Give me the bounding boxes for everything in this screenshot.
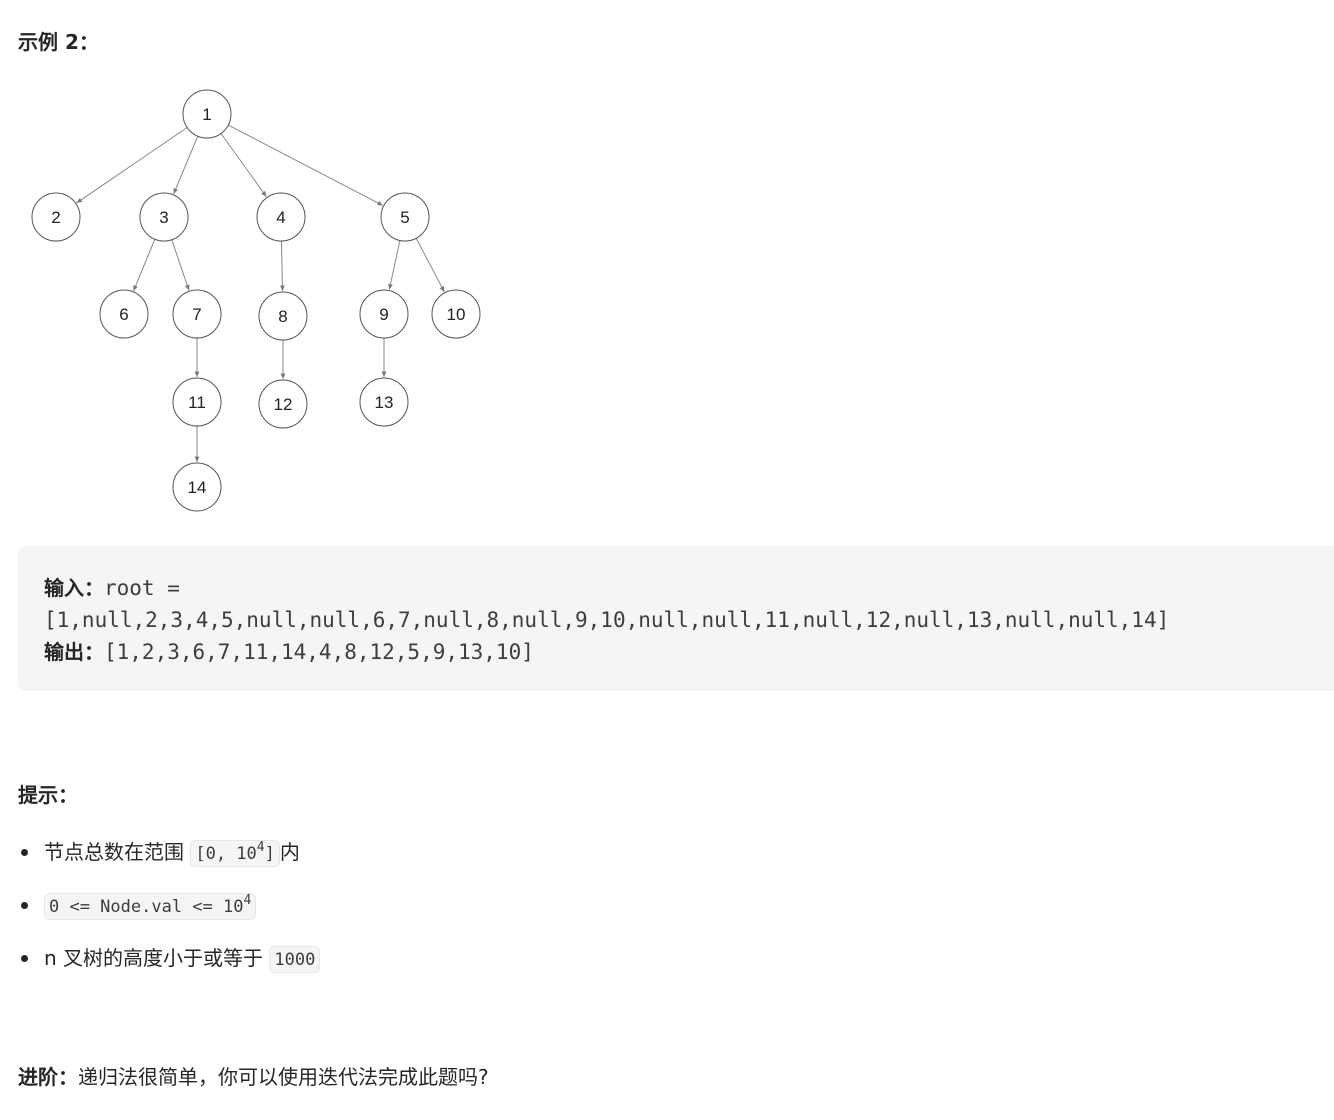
tree-edge-3-6	[133, 238, 156, 292]
input-label: 输入：	[44, 576, 104, 600]
follow-up-text: 递归法很简单，你可以使用迭代法完成此题吗?	[78, 1065, 489, 1089]
constraints-title: 提示：	[18, 783, 78, 807]
tree-node-label: 10	[447, 305, 466, 324]
code-text: 0 <= Node.val <= 10	[49, 897, 244, 917]
output-line: 输出：[1,2,3,6,7,11,14,4,8,12,5,9,13,10]	[44, 636, 1334, 668]
tree-node-label: 14	[188, 478, 207, 497]
constraint-code: 0 <= Node.val <= 104	[44, 893, 257, 920]
code-sup: 4	[243, 893, 252, 908]
example-heading: 示例 2：	[18, 30, 99, 54]
tree-node-2: 2	[31, 192, 81, 242]
tree-node-label: 11	[188, 393, 206, 412]
tree-node-10: 10	[431, 289, 481, 339]
tree-edge-5-9	[388, 240, 401, 290]
tree-node-1: 1	[182, 89, 232, 139]
n-ary-tree-figure: 1 2 3 4 5 6 7 8 9 10 11 12 13 14	[0, 80, 500, 524]
tree-node-11: 11	[172, 377, 222, 427]
tree-node-label: 6	[119, 305, 128, 324]
tree-node-4: 4	[256, 192, 306, 242]
follow-up-label: 进阶：	[18, 1065, 78, 1089]
tree-node-7: 7	[172, 289, 222, 339]
tree-diagram: 12 3 4 56 7 8 9 1011 12 1314	[31, 89, 481, 512]
follow-up: 进阶：递归法很简单，你可以使用迭代法完成此题吗?	[18, 1062, 489, 1092]
tree-node-label: 1	[202, 105, 211, 124]
tree-edge-5-10	[415, 238, 445, 293]
constraint-code: [0, 104]	[190, 840, 280, 867]
bullet-icon	[21, 955, 28, 962]
tree-edge-3-7	[171, 239, 190, 291]
constraint-code: 1000	[269, 946, 321, 973]
constraint-item-height: n 叉树的高度小于或等于 1000	[18, 938, 321, 991]
tree-node-13: 13	[359, 377, 409, 427]
tree-node-9: 9	[359, 289, 409, 339]
constraint-suffix: 内	[279, 840, 300, 864]
tree-edge-1-3	[173, 135, 199, 195]
code-sup: 4	[256, 840, 265, 855]
tree-node-12: 12	[258, 379, 308, 429]
tree-node-14: 14	[172, 462, 222, 512]
tree-node-label: 9	[379, 305, 388, 324]
tree-edge-4-8	[279, 240, 285, 292]
code-text-end: ]	[264, 844, 275, 864]
tree-node-5: 5	[380, 192, 430, 242]
constraint-item-node-val: 0 <= Node.val <= 104	[18, 885, 320, 938]
tree-node-label: 12	[274, 395, 293, 414]
tree-node-label: 5	[400, 208, 409, 227]
tree-node-label: 8	[278, 307, 287, 326]
input-prefix: root =	[104, 576, 180, 600]
tree-node-label: 3	[159, 208, 168, 227]
example-io-block: 输入：root = [1,null,2,3,4,5,null,null,6,7,…	[18, 546, 1334, 691]
output-label: 输出：	[44, 640, 104, 664]
output-value: [1,2,3,6,7,11,14,4,8,12,5,9,13,10]	[104, 640, 534, 664]
input-line: 输入：root =	[44, 572, 1334, 604]
code-text: [0, 10	[195, 844, 257, 864]
tree-edge-1-4	[220, 133, 267, 197]
input-value: [1,null,2,3,4,5,null,null,6,7,null,8,nul…	[44, 608, 1170, 632]
constraint-text: 节点总数在范围	[44, 840, 191, 864]
tree-node-8: 8	[258, 291, 308, 341]
tree-node-6: 6	[99, 289, 149, 339]
tree-edge-1-2	[76, 127, 188, 204]
tree-node-label: 2	[51, 208, 60, 227]
tree-node-label: 7	[192, 305, 201, 324]
constraint-text: n 叉树的高度小于或等于	[44, 946, 270, 970]
constraints-list: 节点总数在范围 [0, 104] 内 0 <= Node.val <= 104 n…	[18, 832, 321, 991]
bullet-icon	[21, 902, 28, 909]
tree-node-label: 4	[276, 208, 285, 227]
bullet-icon	[21, 849, 28, 856]
constraint-item-node-count: 节点总数在范围 [0, 104] 内	[18, 832, 320, 885]
tree-node-label: 13	[375, 393, 394, 412]
tree-node-3: 3	[139, 192, 189, 242]
tree-edge-1-5	[228, 124, 384, 206]
